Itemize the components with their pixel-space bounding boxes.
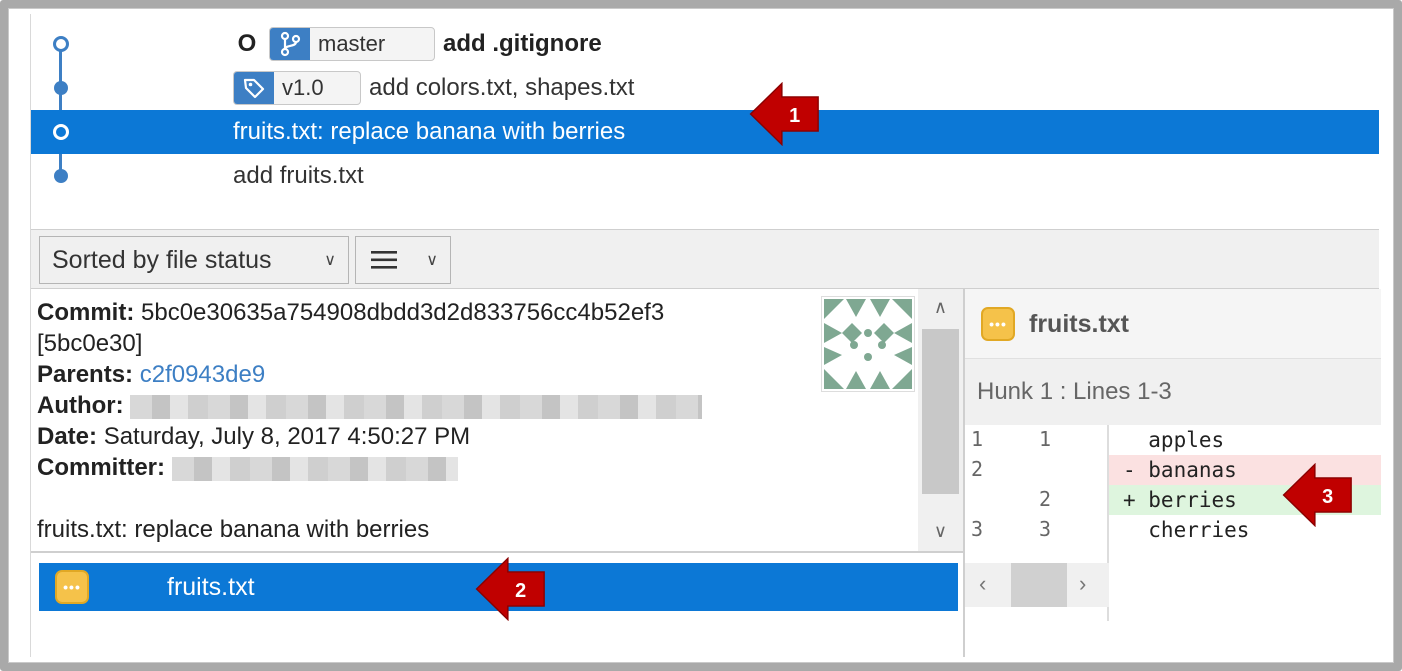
- commit-node-icon: [53, 124, 69, 140]
- old-line-number: 1: [971, 427, 984, 451]
- new-line-number: 1: [1039, 427, 1052, 451]
- commit-row[interactable]: v1.0 add colors.txt, shapes.txt: [31, 66, 1379, 110]
- tag-badge[interactable]: v1.0: [233, 71, 361, 105]
- commit-details-panel: Commit: 5bc0e30635a754908dbdd3d2d833756c…: [31, 289, 963, 551]
- scrollbar-thumb[interactable]: [1011, 563, 1067, 607]
- diff-file-header: ••• fruits.txt: [965, 289, 1381, 359]
- details-scrollbar[interactable]: ∧ ∨: [918, 289, 963, 551]
- old-line-number: 2: [971, 457, 984, 481]
- line-text: apples: [1123, 428, 1225, 452]
- commit-message: add colors.txt, shapes.txt: [369, 74, 635, 101]
- callout-number: 1: [789, 105, 800, 127]
- git-client-window: O master add .gitignore v1.0 add colors.…: [30, 14, 1381, 657]
- modified-icon: •••: [55, 570, 89, 604]
- view-mode-dropdown[interactable]: ∨: [355, 236, 451, 284]
- commit-message: add fruits.txt: [233, 162, 364, 189]
- head-marker: O: [237, 30, 257, 57]
- parents-label: Parents:: [37, 361, 134, 388]
- commit-row[interactable]: add fruits.txt: [31, 154, 1379, 198]
- tag-label: v1.0: [282, 75, 324, 100]
- diff-panel: ••• fruits.txt Hunk 1 : Lines 1-3 1 1 ap…: [963, 289, 1381, 657]
- scroll-down-icon[interactable]: ∨: [918, 521, 963, 542]
- chevron-down-icon: ∨: [426, 252, 438, 269]
- short-hash: [5bc0e30]: [37, 330, 143, 357]
- modified-icon: •••: [981, 307, 1015, 341]
- scroll-up-icon[interactable]: ∧: [918, 297, 963, 318]
- chevron-down-icon: ∨: [324, 252, 336, 269]
- diff-file-name: fruits.txt: [1029, 309, 1129, 338]
- commit-details: Commit: 5bc0e30635a754908dbdd3d2d833756c…: [37, 297, 703, 545]
- sort-dropdown[interactable]: Sorted by file status ∨: [39, 236, 349, 284]
- committer-label: Committer:: [37, 454, 166, 481]
- commit-node-icon: [54, 169, 68, 183]
- commit-message: fruits.txt: replace banana with berries: [233, 118, 626, 145]
- commit-row[interactable]: O master add .gitignore: [31, 22, 1379, 66]
- date-label: Date:: [37, 423, 98, 450]
- author-avatar: [821, 296, 915, 392]
- author-redacted: [130, 394, 703, 419]
- scroll-left-icon[interactable]: ‹: [979, 571, 986, 597]
- sort-label: Sorted by file status: [52, 245, 272, 274]
- callout-1: 1: [749, 82, 819, 146]
- list-icon: [371, 251, 397, 269]
- tag-icon: [234, 72, 274, 104]
- commit-message: add .gitignore: [443, 30, 602, 57]
- file-name: fruits.txt: [167, 572, 255, 601]
- branch-icon: [270, 28, 310, 60]
- commit-node-icon: [53, 36, 69, 52]
- changed-files-list: ••• fruits.txt 2: [31, 551, 963, 657]
- commit-row-selected[interactable]: fruits.txt: replace banana with berries: [31, 110, 1379, 154]
- committer-redacted: [171, 456, 458, 481]
- callout-3: 3: [1282, 463, 1352, 527]
- diff-line: 1 1 apples: [965, 425, 1381, 455]
- scrollbar-thumb[interactable]: [922, 329, 959, 494]
- commit-hash: 5bc0e30635a754908dbdd3d2d833756cc4b52ef3: [141, 299, 665, 326]
- commit-log: O master add .gitignore v1.0 add colors.…: [31, 14, 1379, 229]
- callout-number: 3: [1322, 486, 1333, 508]
- date-value: Saturday, July 8, 2017 4:50:27 PM: [103, 423, 471, 450]
- old-line-number: 3: [971, 517, 984, 541]
- branch-label: master: [318, 31, 386, 56]
- new-line-number: 2: [1039, 487, 1052, 511]
- file-list-toolbar: Sorted by file status ∨ ∨: [31, 229, 1379, 289]
- author-label: Author:: [37, 392, 124, 419]
- parent-hash-link[interactable]: c2f0943de9: [140, 361, 265, 388]
- branch-badge[interactable]: master: [269, 27, 435, 61]
- callout-2: 2: [475, 557, 545, 621]
- gutter-horizontal-scrollbar[interactable]: ‹ ›: [965, 563, 1109, 607]
- scroll-right-icon[interactable]: ›: [1079, 571, 1086, 597]
- commit-full-message: fruits.txt: replace banana with berries: [37, 516, 430, 543]
- commit-node-icon: [54, 81, 68, 95]
- new-line-number: 3: [1039, 517, 1052, 541]
- commit-label: Commit:: [37, 299, 135, 326]
- hunk-header: Hunk 1 : Lines 1-3: [965, 359, 1381, 425]
- callout-number: 2: [515, 580, 526, 602]
